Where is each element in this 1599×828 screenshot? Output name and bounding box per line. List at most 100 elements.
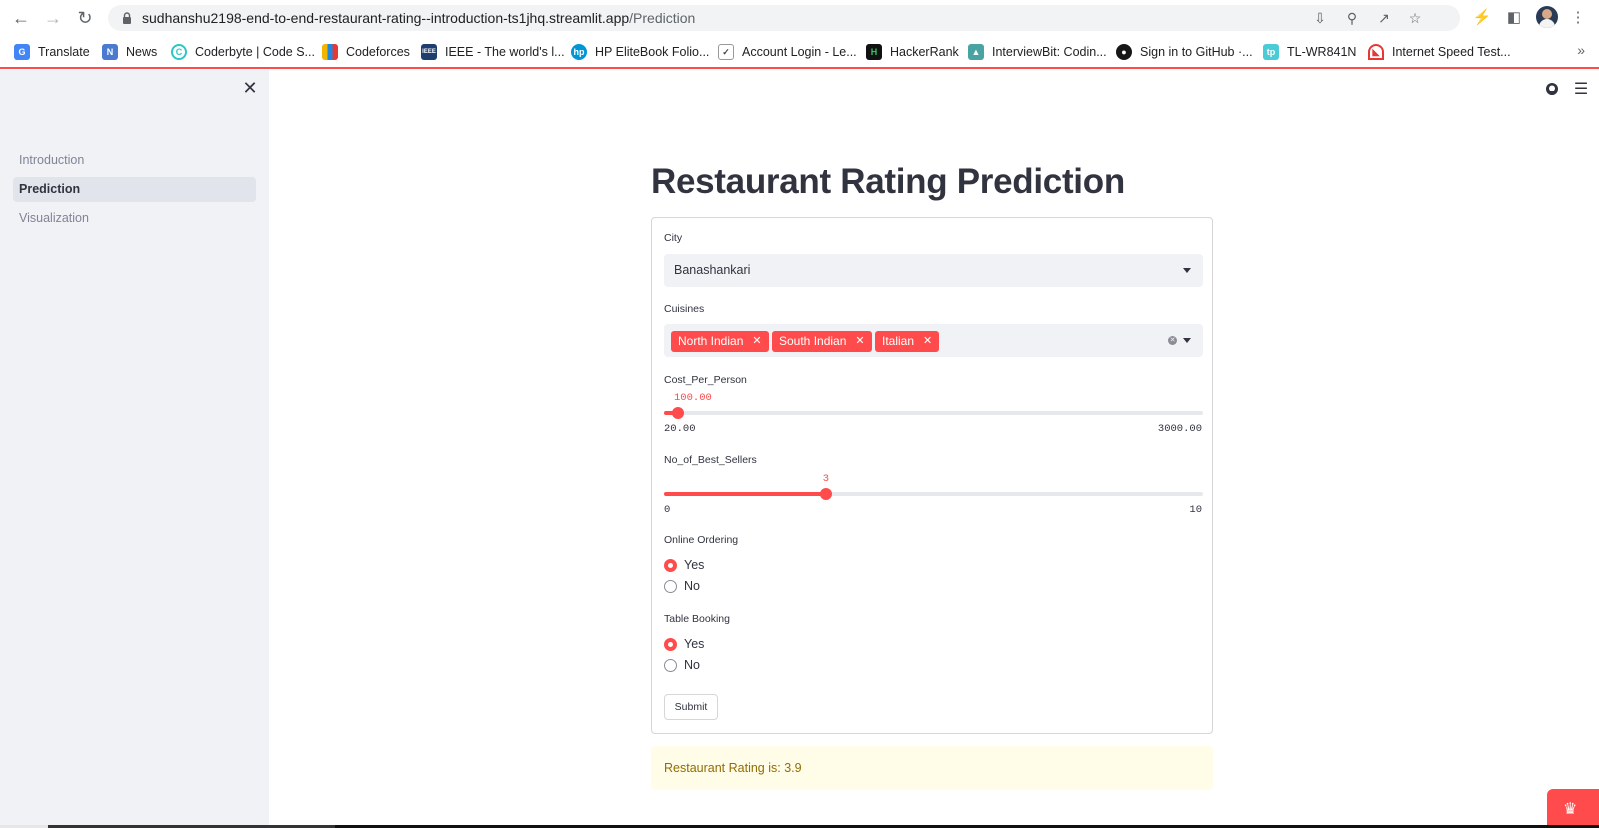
cuisine-tag-label: Italian — [882, 334, 915, 348]
online-ordering-no[interactable]: No — [664, 578, 700, 594]
bookmark-star-icon[interactable]: ☆ — [1406, 9, 1424, 27]
remove-tag-icon[interactable]: ✕ — [752, 331, 761, 352]
bookmark-tplink[interactable]: tp TL-WR841N — [1263, 42, 1356, 62]
ieee-icon: IEEE — [421, 44, 437, 60]
github-mark — [1546, 83, 1558, 95]
radio-label: No — [684, 658, 700, 672]
remove-tag-icon[interactable]: ✕ — [855, 331, 864, 352]
bookmark-label: TL-WR841N — [1287, 45, 1357, 59]
city-select[interactable]: Banashankari — [664, 254, 1203, 287]
sidebar: ✕ Introduction Prediction Visualization — [0, 70, 269, 828]
bookmark-codeforces[interactable]: Codeforces — [322, 42, 410, 62]
table-booking-label: Table Booking — [664, 613, 730, 625]
github-icon[interactable] — [1544, 82, 1560, 98]
bookmark-label: Translate — [38, 45, 90, 59]
page-title: Restaurant Rating Prediction — [651, 162, 1125, 201]
sidebar-item-prediction[interactable]: Prediction — [13, 177, 256, 202]
best-sellers-slider-value: 3 — [822, 473, 829, 485]
online-ordering-yes[interactable]: Yes — [664, 557, 704, 573]
radio-unselected-icon — [664, 579, 677, 593]
install-app-icon[interactable]: ⇩ — [1311, 9, 1329, 27]
radio-selected-icon — [664, 558, 677, 572]
bookmark-speedtest[interactable]: ◣ Internet Speed Test... — [1368, 42, 1511, 62]
bookmarks-more-icon[interactable]: » — [1577, 42, 1585, 58]
cost-slider-thumb[interactable] — [672, 407, 685, 419]
prediction-form: City Banashankari Cuisines North Indian ✕… — [651, 217, 1213, 734]
bookmark-coderbyte[interactable]: C Coderbyte | Code S... — [171, 42, 315, 62]
hackerrank-icon: H — [866, 44, 882, 60]
url-path: /Prediction — [629, 10, 696, 26]
table-booking-no[interactable]: No — [664, 657, 700, 673]
zoom-icon[interactable]: ⚲ — [1343, 9, 1361, 27]
account-login-icon: ✓ — [718, 44, 734, 60]
close-sidebar-icon[interactable]: ✕ — [242, 79, 258, 97]
radio-selected-icon — [664, 637, 677, 651]
best-sellers-slider-min: 0 — [664, 504, 671, 516]
best-sellers-slider-max: 10 — [1189, 504, 1202, 516]
bookmark-account-login[interactable]: ✓ Account Login - Le... — [718, 42, 857, 62]
google-news-icon: N — [102, 44, 118, 60]
sidebar-item-introduction[interactable]: Introduction — [13, 148, 256, 173]
cuisine-tag: Italian ✕ — [875, 331, 940, 352]
best-sellers-slider[interactable] — [664, 488, 1203, 500]
chevron-down-icon — [1183, 268, 1191, 273]
coderbyte-icon: C — [171, 44, 187, 60]
clear-all-icon[interactable]: ✕ — [1168, 336, 1177, 345]
cuisines-multiselect[interactable]: North Indian ✕ South Indian ✕ Italian ✕ ✕ — [664, 324, 1203, 357]
cost-slider[interactable] — [664, 407, 1203, 419]
cost-label: Cost_Per_Person — [664, 374, 747, 386]
cuisine-tag: South Indian ✕ — [772, 331, 872, 352]
back-arrow-icon[interactable]: ← — [11, 8, 31, 28]
bookmark-translate[interactable]: G Translate — [14, 42, 90, 62]
bookmark-hackerrank[interactable]: H HackerRank — [866, 42, 959, 62]
lock-icon — [123, 12, 131, 24]
chevron-down-icon[interactable] — [1183, 338, 1191, 343]
bookmark-label: IEEE - The world's l... — [445, 45, 565, 59]
extension-icon[interactable]: ⚡ — [1472, 8, 1492, 28]
bookmark-github[interactable]: ● Sign in to GitHub ·... — [1116, 42, 1253, 62]
radio-label: No — [684, 579, 700, 593]
cuisine-tag-label: North Indian — [678, 334, 744, 348]
sidebar-item-visualization[interactable]: Visualization — [13, 206, 256, 231]
best-sellers-label: No_of_Best_Sellers — [664, 454, 757, 466]
table-booking-yes[interactable]: Yes — [664, 636, 704, 652]
reload-icon[interactable]: ↻ — [75, 8, 95, 28]
hp-icon: hp — [571, 44, 587, 60]
remove-tag-icon[interactable]: ✕ — [923, 331, 932, 352]
result-text: Restaurant Rating is: 3.9 — [664, 761, 802, 775]
bookmark-label: News — [126, 45, 158, 59]
browser-toolbar: ← → ↻ sudhanshu2198-end-to-end-restauran… — [0, 0, 1599, 36]
result-alert: Restaurant Rating is: 3.9 — [651, 746, 1213, 790]
address-bar[interactable]: sudhanshu2198-end-to-end-restaurant-rati… — [108, 5, 1460, 31]
bookmark-ieee[interactable]: IEEE IEEE - The world's l... — [421, 42, 565, 62]
cuisine-tag: North Indian ✕ — [671, 331, 769, 352]
streamlit-badge[interactable]: ♛ — [1547, 789, 1599, 828]
codeforces-icon — [322, 44, 338, 60]
url-host: sudhanshu2198-end-to-end-restaurant-rati… — [142, 10, 630, 26]
cost-slider-value: 100.00 — [674, 392, 712, 404]
side-panel-icon[interactable]: ◧ — [1504, 8, 1524, 28]
bookmark-interviewbit[interactable]: ▲ InterviewBit: Codin... — [968, 42, 1107, 62]
browser-menu-icon[interactable]: ⋮ — [1568, 8, 1588, 28]
google-translate-icon: G — [14, 44, 30, 60]
url-text: sudhanshu2198-end-to-end-restaurant-rati… — [142, 10, 695, 26]
cost-slider-min: 20.00 — [664, 423, 696, 435]
profile-avatar[interactable] — [1536, 6, 1558, 28]
bookmark-news[interactable]: N News — [102, 42, 157, 62]
bookmark-hp[interactable]: hp HP EliteBook Folio... — [571, 42, 709, 62]
best-sellers-slider-thumb[interactable] — [819, 488, 832, 500]
hamburger-menu-icon[interactable]: ☰ — [1573, 82, 1589, 98]
interviewbit-icon: ▲ — [968, 44, 984, 60]
forward-arrow-icon[interactable]: → — [43, 8, 63, 28]
share-icon[interactable]: ↗ — [1375, 9, 1393, 27]
tplink-icon: tp — [1263, 44, 1279, 60]
bookmark-label: HackerRank — [890, 45, 959, 59]
radio-label: Yes — [684, 558, 705, 572]
bookmark-label: InterviewBit: Codin... — [992, 45, 1107, 59]
city-label: City — [664, 232, 683, 244]
submit-button[interactable]: Submit — [664, 694, 718, 720]
cuisines-label: Cuisines — [664, 303, 705, 315]
cost-slider-max: 3000.00 — [1157, 423, 1202, 435]
bookmark-label: Account Login - Le... — [742, 45, 857, 59]
bookmarks-bar: G Translate N News C Coderbyte | Code S... … — [0, 36, 1599, 69]
